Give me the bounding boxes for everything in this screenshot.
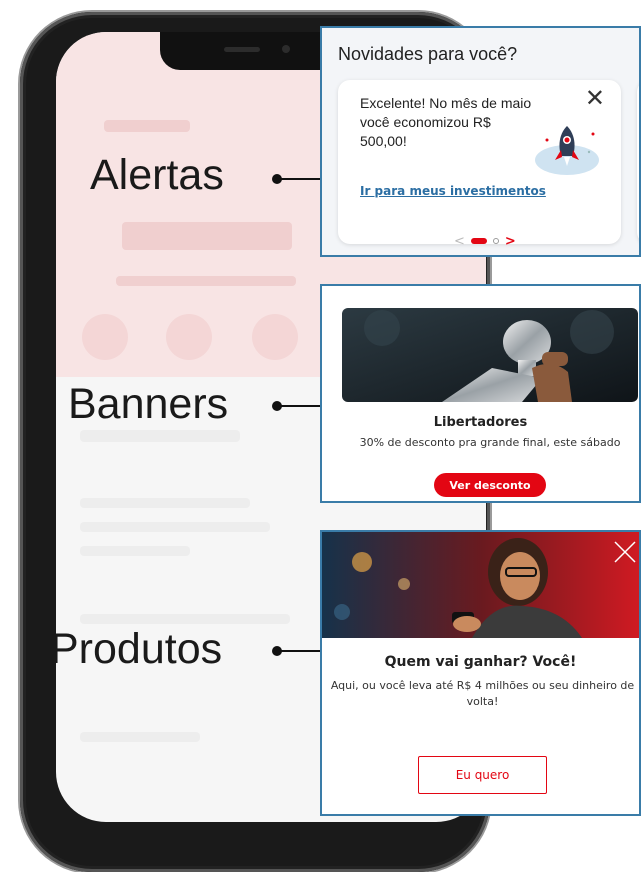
want-it-button[interactable]: Eu quero <box>418 756 547 794</box>
alert-item[interactable]: Excelente! No mês de maio você economizo… <box>338 80 621 244</box>
blurred-text <box>80 732 200 742</box>
woman-with-phone-photo <box>322 532 639 638</box>
blurred-text <box>116 276 296 286</box>
blurred-text <box>80 430 240 442</box>
callout-line <box>278 405 320 407</box>
callout-line <box>278 178 320 180</box>
blurred-text <box>104 120 190 132</box>
close-icon[interactable] <box>613 540 637 564</box>
trophy-illustration <box>342 308 638 402</box>
blurred-balance <box>122 222 292 250</box>
blurred-text <box>80 498 250 508</box>
alert-message: Excelente! No mês de maio você economizo… <box>360 95 532 149</box>
product-title: Quem vai ganhar? Você! <box>384 654 577 670</box>
label-banners: Banners <box>68 380 229 428</box>
chevron-right-icon[interactable]: > <box>505 234 516 249</box>
pager-dot-active[interactable] <box>470 238 487 244</box>
blurred-text <box>80 522 270 532</box>
alerts-pager: < > <box>454 233 534 249</box>
alerts-title: Novidades para você? <box>338 44 518 64</box>
product-description: Aqui, ou você leva até R$ 4 milhões ou s… <box>330 679 635 708</box>
label-produtos: Produtos <box>50 625 223 673</box>
callout-line <box>278 650 320 652</box>
pager-dot[interactable] <box>492 238 499 244</box>
rocket-icon <box>535 126 599 175</box>
banner-subtitle: 30% de desconto pra grande final, este s… <box>359 436 621 449</box>
blurred-text <box>80 546 190 556</box>
blurred-shortcut <box>252 314 298 360</box>
label-alertas: Alertas <box>90 151 224 199</box>
see-discount-button[interactable]: Ver desconto <box>434 473 546 497</box>
close-icon[interactable]: ✕ <box>585 86 605 110</box>
trophy-photo <box>342 308 638 402</box>
woman-illustration <box>322 532 639 638</box>
blurred-text <box>80 614 290 624</box>
banner-card: Libertadores 30% de desconto pra grande … <box>320 284 641 503</box>
blurred-shortcut <box>82 314 128 360</box>
blurred-shortcut <box>166 314 212 360</box>
next-alert-preview[interactable] <box>637 80 639 244</box>
product-card: Quem vai ganhar? Você! Aqui, ou você lev… <box>320 530 641 816</box>
banner-title: Libertadores <box>433 415 528 430</box>
speaker <box>224 47 260 52</box>
camera <box>282 45 290 53</box>
chevron-left-icon[interactable]: < <box>454 234 465 249</box>
alerts-card: Novidades para você? Excelente! No mês d… <box>320 26 641 257</box>
investments-link[interactable]: Ir para meus investimentos <box>360 184 546 198</box>
